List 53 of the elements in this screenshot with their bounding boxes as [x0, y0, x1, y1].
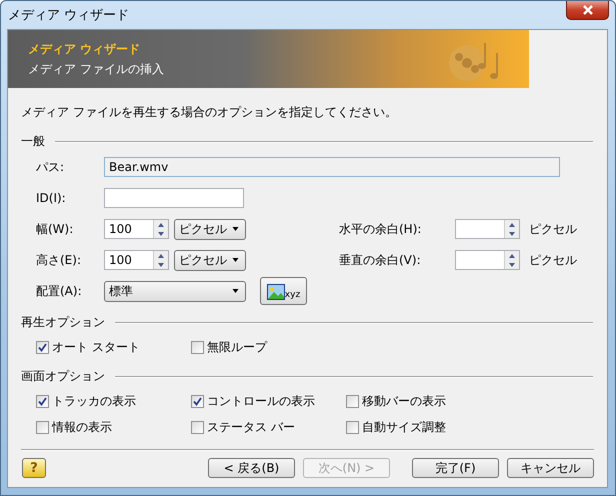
unit-label: ピクセル	[529, 252, 577, 268]
close-icon	[582, 5, 594, 15]
unit-label: ピクセル	[529, 220, 577, 238]
height-spinbox[interactable]: 100	[104, 250, 169, 270]
id-field[interactable]	[104, 188, 244, 208]
wizard-subtitle: メディア ファイルの挿入	[28, 60, 164, 78]
field-label: 垂直の余白(V):	[339, 252, 422, 268]
help-button[interactable]: ?	[22, 458, 46, 478]
spin-down-icon[interactable]	[158, 262, 164, 266]
unit-dropdown[interactable]: ピクセル	[174, 250, 246, 270]
field-label: パス:	[36, 158, 66, 176]
wizard-button[interactable]: < 戻る(B)	[208, 458, 295, 478]
align-dropdown[interactable]: 標準	[104, 280, 246, 302]
window-title: メディア ウィザード	[8, 7, 130, 24]
checkbox[interactable]: 情報の表示	[36, 419, 191, 436]
field-label: 水平の余白(H):	[339, 220, 422, 238]
checkbox[interactable]: 移動バーの表示	[346, 393, 501, 410]
caret-icon	[232, 289, 239, 293]
section-heading: 再生オプション	[21, 314, 105, 331]
path-field[interactable]: Bear.wmv	[104, 157, 560, 177]
caret-icon	[232, 258, 239, 262]
section-heading: 画面オプション	[21, 368, 105, 385]
check-icon	[193, 397, 202, 406]
field-label: ID(I):	[36, 191, 67, 205]
checkbox[interactable]: 無限ループ	[191, 339, 346, 356]
spin-up-icon[interactable]	[509, 222, 515, 226]
section-heading: 一般	[21, 133, 45, 150]
checkbox[interactable]: トラッカの表示	[36, 393, 191, 410]
check-icon	[38, 343, 47, 352]
checkbox[interactable]: ステータス バー	[191, 419, 346, 436]
wizard-title: メディア ウィザード	[28, 40, 142, 58]
check-icon	[38, 397, 47, 406]
image-button[interactable]: xyz	[260, 277, 307, 305]
wizard-button[interactable]: 完了(F)	[412, 458, 499, 478]
checkbox[interactable]: オート スタート	[36, 339, 191, 356]
spin-up-icon[interactable]	[158, 254, 164, 258]
instruction-text: メディア ファイルを再生する場合のオプションを指定してください。	[21, 104, 398, 121]
picture-icon	[266, 284, 285, 300]
width-spinbox[interactable]: 100	[104, 219, 169, 239]
unit-dropdown[interactable]: ピクセル	[174, 218, 246, 240]
checkbox[interactable]: コントロールの表示	[191, 393, 346, 410]
spin-down-icon[interactable]	[509, 232, 515, 236]
checkbox[interactable]: 自動サイズ調整	[346, 419, 501, 436]
caret-icon	[232, 227, 239, 231]
field-label: 配置(A):	[36, 282, 83, 300]
field-label: 幅(W):	[36, 220, 74, 238]
spin-down-icon[interactable]	[509, 262, 515, 266]
wizard-button[interactable]: キャンセル	[507, 458, 594, 478]
field-label: 高さ(E):	[36, 252, 82, 268]
spin-up-icon[interactable]	[509, 254, 515, 258]
spin-down-icon[interactable]	[158, 232, 164, 236]
close-button[interactable]	[566, 1, 609, 20]
spin-up-icon[interactable]	[158, 222, 164, 226]
